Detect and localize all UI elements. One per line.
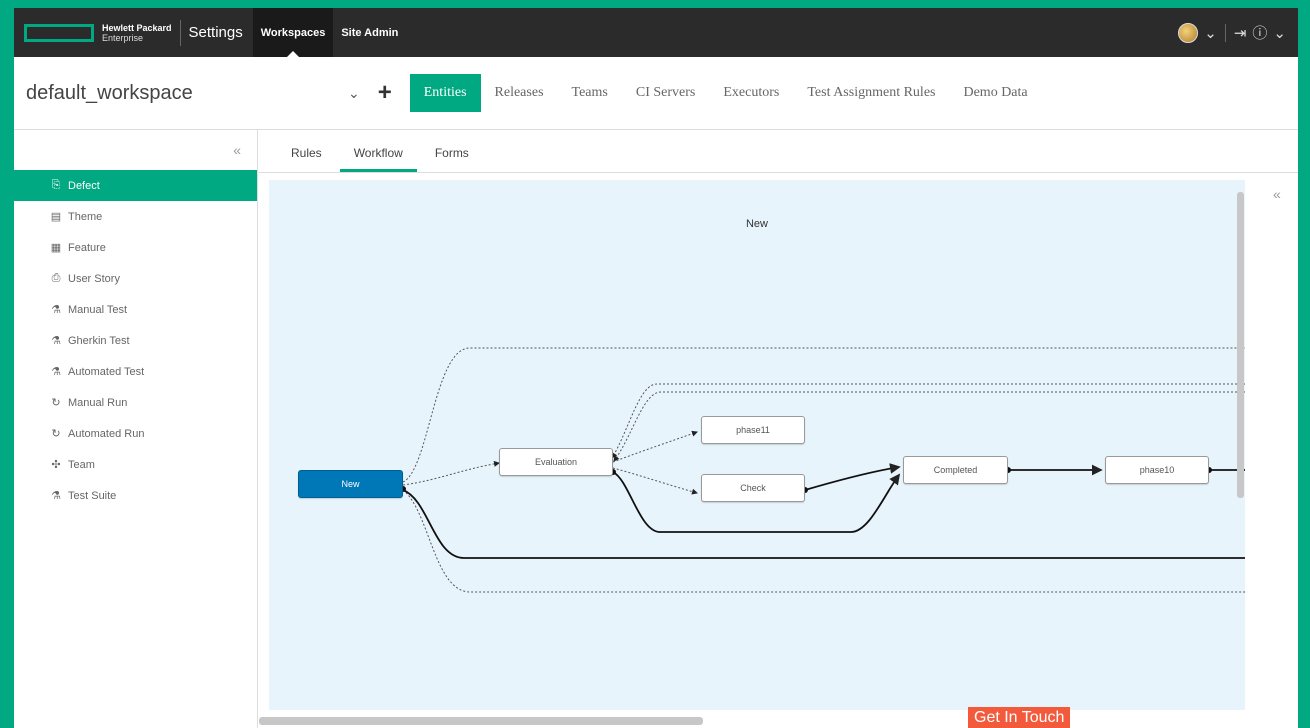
sidebar-item-label: User Story: [68, 272, 120, 285]
workspace-bar: default_workspace ⌄ + Entities Releases …: [14, 57, 1298, 130]
sidebar-item-label: Defect: [68, 179, 100, 192]
sidebar-item-theme[interactable]: ▤ Theme: [14, 201, 257, 232]
sidebar-item-label: Manual Test: [68, 303, 128, 316]
sidebar-item-team[interactable]: ✣ Team: [14, 449, 257, 480]
nav-site-admin[interactable]: Site Admin: [333, 8, 406, 57]
sidebar-item-label: Feature: [68, 241, 106, 254]
sidebar-item-label: Gherkin Test: [68, 334, 130, 347]
tab-ci-servers[interactable]: CI Servers: [622, 74, 710, 112]
edge-evaluation-check: [612, 467, 698, 495]
theme-icon: ▤: [50, 211, 62, 223]
manual-test-icon: ⚗: [51, 304, 61, 316]
sidebar-item-label: Theme: [68, 210, 103, 223]
sidebar-item-automated-test[interactable]: ⚗ Automated Test: [14, 356, 257, 387]
workflow-canvas[interactable]: New New Evaluation phase11 Check Complet…: [269, 180, 1245, 710]
gherkin-test-icon: ⚗: [51, 335, 61, 347]
hpe-logo[interactable]: Hewlett Packard Enterprise: [24, 23, 172, 43]
sidebar-item-label: Team: [68, 458, 95, 471]
panel-collapse-icon[interactable]: «: [1273, 186, 1281, 202]
app-title: Settings: [188, 24, 243, 41]
entity-subtabs: Rules Workflow Forms: [259, 130, 1298, 173]
tab-executors[interactable]: Executors: [709, 74, 793, 112]
hpe-logo-mark: [24, 23, 94, 42]
sidebar-item-label: Manual Run: [68, 396, 128, 409]
canvas-vertical-scrollbar[interactable]: [1237, 192, 1244, 498]
workflow-edges: [400, 347, 1245, 593]
workflow-node-evaluation[interactable]: Evaluation: [499, 448, 613, 476]
sidebar-item-defect[interactable]: ⎘ Defect: [14, 170, 257, 201]
workflow-node-check[interactable]: Check: [701, 474, 805, 502]
help-icon[interactable]: ⓘ: [1252, 22, 1267, 43]
edge-new-solid-bottom: [402, 489, 1245, 559]
workspace-name: default_workspace: [26, 81, 193, 104]
avatar[interactable]: [1178, 22, 1199, 43]
chevron-down-icon[interactable]: ⌄: [1273, 24, 1286, 42]
nav-workspaces[interactable]: Workspaces: [252, 8, 334, 57]
tab-entities[interactable]: Entities: [409, 74, 481, 112]
content-area: Rules Workflow Forms « New New Evaluatio…: [259, 130, 1298, 728]
tab-teams[interactable]: Teams: [558, 74, 622, 112]
edge-new-bottom: [402, 489, 1245, 593]
sidebar-item-test-suite[interactable]: ⚗ Test Suite: [14, 480, 257, 511]
workspace-tabs: Entities Releases Teams CI Servers Execu…: [409, 74, 1042, 112]
tab-releases[interactable]: Releases: [481, 74, 558, 112]
sidebar-item-user-story[interactable]: ⎙ User Story: [14, 263, 257, 294]
tab-forms[interactable]: Forms: [421, 146, 483, 172]
team-icon: ✣: [51, 459, 61, 471]
workflow-node-completed[interactable]: Completed: [903, 456, 1008, 484]
edge-evaluation-phase11: [612, 430, 698, 463]
brand-line2: Enterprise: [102, 32, 144, 43]
sidebar-item-manual-test[interactable]: ⚗ Manual Test: [14, 294, 257, 325]
tab-rules[interactable]: Rules: [277, 146, 336, 172]
topbar-right-controls: ⌄ ⇥ ⓘ ⌄: [1178, 22, 1286, 43]
user-story-icon: ⎙: [51, 272, 61, 284]
chevron-down-icon[interactable]: ⌄: [1204, 24, 1217, 42]
edge-new-evaluation: [402, 460, 500, 486]
sign-out-icon[interactable]: ⇥: [1234, 24, 1247, 42]
sidebar-item-gherkin-test[interactable]: ⚗ Gherkin Test: [14, 325, 257, 356]
tab-demo-data[interactable]: Demo Data: [949, 74, 1041, 112]
sidebar-item-label: Automated Run: [68, 427, 145, 440]
add-workspace-icon[interactable]: +: [378, 79, 392, 107]
sidebar-item-label: Automated Test: [68, 365, 145, 378]
workflow-node-new[interactable]: New: [298, 470, 403, 498]
entity-sidebar: « ⎘ Defect ▤ Theme ▦ Feature ⎙ User Stor…: [14, 130, 258, 728]
edge-check-completed: [804, 463, 901, 491]
defect-icon: ⎘: [51, 179, 61, 191]
sidebar-item-label: Test Suite: [68, 489, 117, 502]
sidebar-item-automated-run[interactable]: ↻ Automated Run: [14, 418, 257, 449]
sidebar-collapse-icon[interactable]: «: [14, 130, 257, 170]
brand-line1: Hewlett Packard: [102, 22, 172, 33]
sidebar-item-manual-run[interactable]: ↻ Manual Run: [14, 387, 257, 418]
topbar-divider: [179, 19, 181, 46]
topbar-separator: [1224, 23, 1226, 42]
test-suite-icon: ⚗: [51, 490, 61, 502]
automated-test-icon: ⚗: [51, 366, 61, 378]
tab-test-assignment-rules[interactable]: Test Assignment Rules: [793, 74, 949, 112]
top-bar: Hewlett Packard Enterprise Settings Work…: [14, 8, 1298, 57]
feature-icon: ▦: [50, 242, 62, 254]
workspace-dropdown-icon[interactable]: ⌄: [348, 85, 360, 102]
get-in-touch-button[interactable]: Get In Touch: [968, 707, 1071, 728]
workflow-node-phase11[interactable]: phase11: [701, 416, 805, 444]
manual-run-icon: ↻: [51, 397, 61, 409]
tab-workflow[interactable]: Workflow: [339, 146, 417, 172]
app-frame: Hewlett Packard Enterprise Settings Work…: [14, 8, 1298, 728]
sidebar-item-feature[interactable]: ▦ Feature: [14, 232, 257, 263]
canvas-horizontal-scrollbar[interactable]: [259, 717, 703, 725]
automated-run-icon: ↻: [51, 428, 61, 440]
workflow-node-phase10[interactable]: phase10: [1105, 456, 1209, 484]
